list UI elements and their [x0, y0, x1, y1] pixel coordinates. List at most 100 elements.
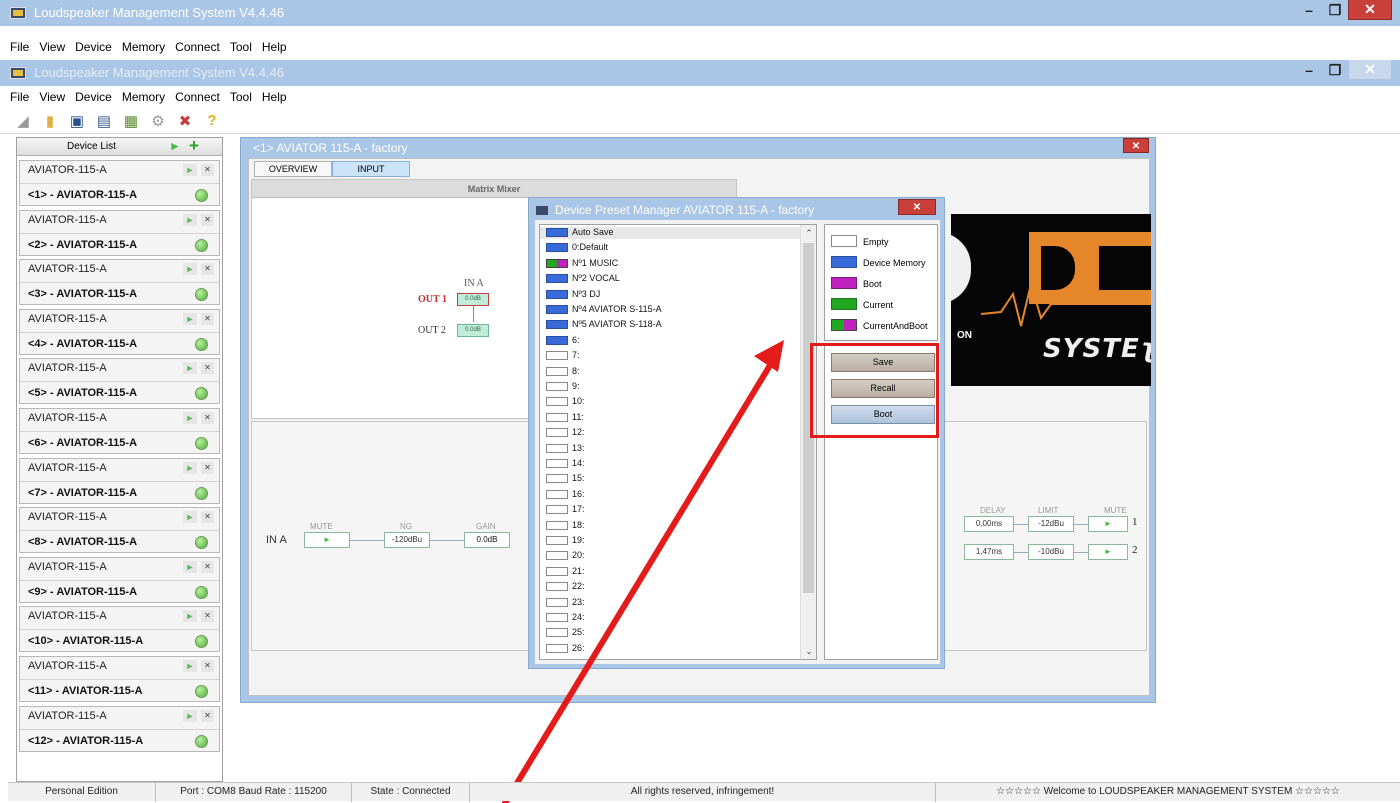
out2-limit-value[interactable]: -10dBu [1028, 544, 1074, 560]
out1-delay-value[interactable]: 0,00ms [964, 516, 1014, 532]
device-remove-icon[interactable]: ✕ [201, 511, 214, 524]
device-remove-icon[interactable]: ✕ [201, 362, 214, 375]
minimize-button[interactable]: – [1296, 60, 1322, 80]
preset-row[interactable]: 9: [540, 381, 800, 393]
device-speaker-icon[interactable]: ► [183, 412, 197, 424]
device-remove-icon[interactable]: ✕ [201, 560, 214, 573]
out2-mute-button[interactable]: ► [1088, 544, 1128, 560]
preset-row[interactable]: 20: [540, 550, 800, 562]
menu-connect[interactable]: Connect [175, 40, 220, 54]
preset-row[interactable]: 13: [540, 443, 800, 455]
preset-row[interactable]: 6: [540, 335, 800, 347]
preset-row[interactable]: 23: [540, 597, 800, 609]
preset-row[interactable]: 17: [540, 504, 800, 516]
preset-row[interactable]: 22: [540, 581, 800, 593]
device-remove-icon[interactable]: ✕ [201, 263, 214, 276]
restore-button[interactable]: ❐ [1322, 0, 1348, 20]
preset-row[interactable]: 21: [540, 566, 800, 578]
preset-row[interactable]: 11: [540, 412, 800, 424]
preset-row[interactable]: Auto Save [540, 227, 800, 239]
menu-file[interactable]: File [10, 40, 29, 54]
device-window-close-button[interactable]: ✕ [1123, 138, 1149, 153]
device-speaker-icon[interactable]: ► [183, 461, 197, 474]
menu-connect[interactable]: Connect [175, 90, 220, 104]
preset-row[interactable]: 26: [540, 643, 800, 655]
device-list-item[interactable]: AVIATOR-115-A ► ✕ <3> - AVIATOR-115-A [19, 259, 220, 306]
input-gain-value[interactable]: 0.0dB [464, 532, 510, 548]
preset-row[interactable]: 8: [540, 366, 800, 378]
preset-row[interactable]: 7: [540, 350, 800, 362]
chip-icon[interactable]: ▦ [122, 112, 140, 130]
menu-view[interactable]: View [39, 40, 65, 54]
device-list-item[interactable]: AVIATOR-115-A ► ✕ <12> - AVIATOR-115-A [19, 705, 220, 752]
tab-input[interactable]: INPUT [332, 161, 410, 177]
device-remove-icon[interactable]: ✕ [201, 213, 214, 226]
preset-row[interactable]: 12: [540, 427, 800, 439]
preset-row[interactable]: Nº4 AVIATOR S-115-A [540, 304, 800, 316]
menu-device[interactable]: Device [75, 40, 112, 54]
device-remove-icon[interactable]: ✕ [201, 709, 214, 722]
device-list-item[interactable]: AVIATOR-115-A ► ✕ <8> - AVIATOR-115-A [19, 507, 220, 554]
preset-row[interactable]: 19: [540, 535, 800, 547]
preset-row[interactable]: 24: [540, 612, 800, 624]
close-button[interactable]: ✕ [1348, 0, 1392, 20]
inner-titlebar[interactable]: Loudspeaker Management System V4.4.46 – … [0, 60, 1400, 86]
preset-row[interactable]: Nº5 AVIATOR S-118-A [540, 319, 800, 331]
device-list-item[interactable]: AVIATOR-115-A ► ✕ <9> - AVIATOR-115-A [19, 556, 220, 603]
outer-titlebar[interactable]: Loudspeaker Management System V4.4.46 – … [0, 0, 1400, 26]
preset-row[interactable]: Nº2 VOCAL [540, 273, 800, 285]
device-list-item[interactable]: AVIATOR-115-A ► ✕ <2> - AVIATOR-115-A [19, 209, 220, 256]
device-remove-icon[interactable]: ✕ [201, 312, 214, 325]
speaker-dropdown-icon[interactable]: ◢ [14, 112, 32, 130]
device-remove-icon[interactable]: ✕ [201, 164, 214, 176]
menu-help[interactable]: Help [262, 40, 287, 54]
out2-gain-cell[interactable]: 0.0dB [457, 324, 489, 337]
device-speaker-icon[interactable]: ► [183, 213, 197, 226]
minimize-button[interactable]: – [1296, 0, 1322, 20]
input-mute-button[interactable]: ► [304, 532, 350, 548]
tools-icon[interactable]: ✖ [176, 112, 194, 130]
close-button[interactable]: ✕ [1348, 60, 1392, 80]
restore-button[interactable]: ❐ [1322, 60, 1348, 80]
menu-view[interactable]: View [39, 90, 65, 104]
preset-manager-close-button[interactable]: ✕ [898, 199, 936, 215]
print-icon[interactable]: ▤ [95, 112, 113, 130]
device-speaker-icon[interactable]: ► [183, 660, 197, 672]
device-list-item[interactable]: AVIATOR-115-A ► ✕ <1> - AVIATOR-115-A [19, 160, 220, 206]
preset-list-scrollbar[interactable]: ⌃ ⌄ [800, 225, 816, 659]
preset-row[interactable]: 25: [540, 627, 800, 639]
menu-file[interactable]: File [10, 90, 29, 104]
device-speaker-icon[interactable]: ► [183, 164, 197, 176]
device-list-item[interactable]: AVIATOR-115-A ► ✕ <11> - AVIATOR-115-A [19, 656, 220, 702]
preset-row[interactable]: Nº1 MUSIC [540, 258, 800, 270]
speaker-icon[interactable]: ► [169, 139, 181, 153]
device-remove-icon[interactable]: ✕ [201, 610, 214, 623]
save-disk-icon[interactable]: ▣ [68, 112, 86, 130]
preset-list[interactable]: Auto Save 0:Default Nº1 MUSIC Nº2 VOCAL Nº3 … [539, 224, 817, 660]
scroll-down-icon[interactable]: ⌄ [801, 643, 816, 659]
preset-row[interactable]: 16: [540, 489, 800, 501]
out1-gain-cell[interactable]: 0.0dB [457, 293, 489, 306]
device-list-item[interactable]: AVIATOR-115-A ► ✕ <7> - AVIATOR-115-A [19, 457, 220, 504]
add-device-icon[interactable]: + [189, 136, 199, 156]
menu-help[interactable]: Help [262, 90, 287, 104]
device-speaker-icon[interactable]: ► [183, 312, 197, 325]
out2-delay-value[interactable]: 1,47ms [964, 544, 1014, 560]
device-speaker-icon[interactable]: ► [183, 610, 197, 623]
preset-row[interactable]: 15: [540, 473, 800, 485]
device-list-item[interactable]: AVIATOR-115-A ► ✕ <4> - AVIATOR-115-A [19, 308, 220, 355]
device-speaker-icon[interactable]: ► [183, 709, 197, 722]
preset-row[interactable]: 10: [540, 396, 800, 408]
menu-memory[interactable]: Memory [122, 40, 165, 54]
preset-row[interactable]: 14: [540, 458, 800, 470]
help-icon[interactable]: ? [203, 112, 221, 130]
menu-device[interactable]: Device [75, 90, 112, 104]
out1-limit-value[interactable]: -12dBu [1028, 516, 1074, 532]
device-remove-icon[interactable]: ✕ [201, 412, 214, 424]
tab-overview[interactable]: OVERVIEW [254, 161, 332, 177]
device-list-item[interactable]: AVIATOR-115-A ► ✕ <6> - AVIATOR-115-A [19, 408, 220, 454]
device-list-item[interactable]: AVIATOR-115-A ► ✕ <10> - AVIATOR-115-A [19, 606, 220, 653]
device-remove-icon[interactable]: ✕ [201, 461, 214, 474]
menu-memory[interactable]: Memory [122, 90, 165, 104]
device-list-item[interactable]: AVIATOR-115-A ► ✕ <5> - AVIATOR-115-A [19, 358, 220, 405]
